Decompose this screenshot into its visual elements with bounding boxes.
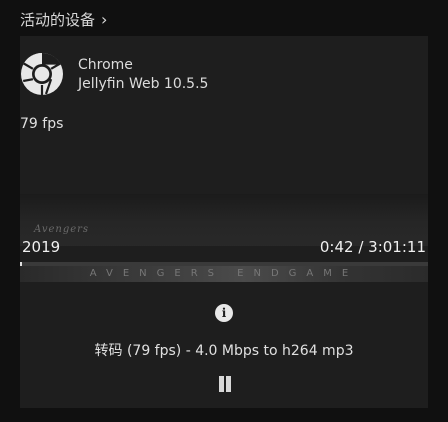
client-info: Chrome Jellyfin Web 10.5.5 — [78, 57, 208, 92]
active-devices-header[interactable]: 活动的设备 › — [20, 6, 107, 32]
fps-label: 79 fps — [20, 116, 64, 132]
active-devices-title[interactable]: 活动的设备 — [20, 9, 95, 30]
chrome-icon — [21, 52, 63, 95]
pause-icon — [219, 376, 224, 392]
banner-text: AVENGERS ENDGAME — [89, 268, 359, 279]
session-card[interactable]: Chrome Jellyfin Web 10.5.5 79 fps Avenge… — [20, 36, 428, 408]
active-devices-page: 活动的设备 › Chrome Jellyfin Web 10.5.5 79 fp… — [0, 0, 448, 422]
client-version: Jellyfin Web 10.5.5 — [78, 75, 209, 92]
client-name: Chrome — [78, 56, 133, 73]
banner-strip: AVENGERS ENDGAME — [20, 266, 428, 282]
info-button[interactable]: i — [215, 304, 233, 322]
chevron-right-icon: › — [101, 9, 108, 29]
pause-button[interactable] — [217, 374, 233, 394]
session-client: Chrome Jellyfin Web 10.5.5 — [20, 52, 208, 96]
media-logo: Avengers — [34, 224, 90, 235]
info-icon: i — [221, 306, 227, 320]
media-year: 2019 — [22, 238, 61, 256]
playback-time: 0:42 / 3:01:11 — [319, 238, 426, 256]
transcode-info: 转码 (79 fps) - 4.0 Mbps to h264 mp3 — [94, 343, 354, 359]
